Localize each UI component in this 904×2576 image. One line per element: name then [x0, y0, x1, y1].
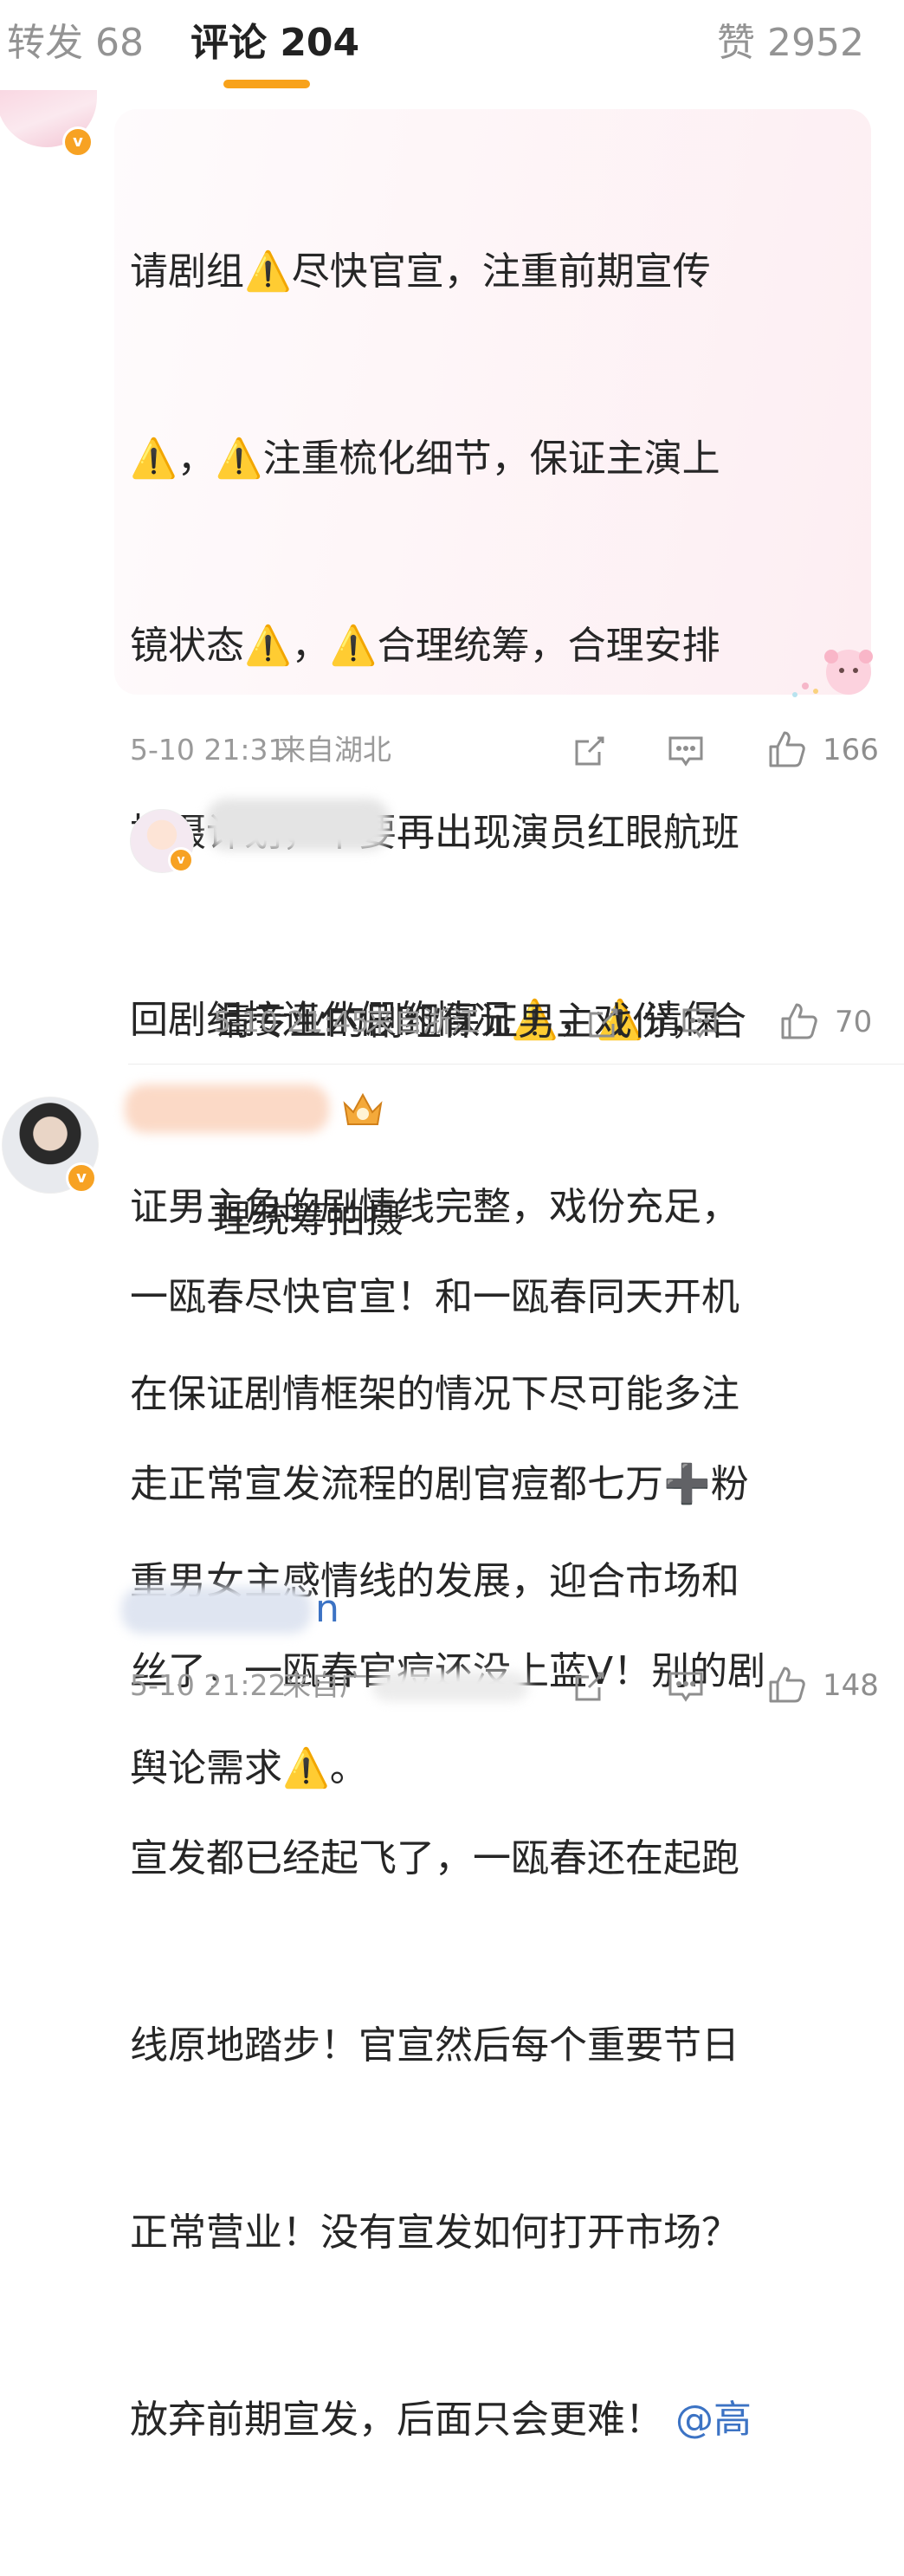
comment-divider — [128, 1064, 904, 1065]
tab-likes[interactable]: 赞 2952 — [717, 19, 864, 68]
verified-badge-icon: v — [62, 126, 94, 158]
verified-badge-icon: v — [168, 847, 194, 873]
comment-line: 一瓯春尽快官宣！和一瓯春同天开机 — [130, 1275, 739, 1319]
comment-line: 镜状态⚠️，⚠️合理统筹，合理安排 — [130, 624, 720, 668]
share-icon[interactable] — [571, 1668, 608, 1705]
comment-line: 放弃前期宣发，后面只会更难！ @高 — [130, 2389, 883, 2451]
comment-timestamp: 5-10 21:22 — [130, 1668, 287, 1702]
comment-icon[interactable] — [681, 1005, 719, 1041]
comment-text: 一瓯春尽快官宣！和一瓯春同天开机 走正常宣发流程的剧官痘都七万➕粉 丝了，一瓯春… — [130, 1142, 883, 2576]
comment-icon[interactable] — [667, 733, 705, 769]
comment-timestamp: 5-10 21:45 — [213, 1005, 370, 1039]
username-blurred — [125, 1084, 329, 1133]
location-blurred — [372, 1672, 528, 1701]
comment-line: 线原地踏步！官宣然后每个重要节日 — [130, 2023, 739, 2068]
comment-timestamp: 5-10 21:31 — [130, 733, 287, 767]
tab-repost[interactable]: 转发 68 — [7, 19, 144, 68]
comment-line: ⚠️，⚠️注重梳化细节，保证主演上 — [130, 437, 720, 481]
comment-tabs: 转发 68 评论 204 赞 2952 — [0, 0, 904, 97]
share-icon[interactable] — [571, 733, 608, 769]
bubble-sticker-icon — [792, 650, 873, 697]
thumbs-up-icon[interactable] — [779, 1001, 819, 1041]
comment-location: 来自湖北 — [277, 733, 391, 767]
comment-location: 来自浙江 — [365, 1005, 480, 1039]
thumbs-up-icon[interactable] — [767, 729, 807, 769]
username-blurred — [206, 799, 390, 851]
like-count: 70 — [835, 1005, 873, 1039]
mention-link-tail[interactable]: n — [315, 1578, 339, 1641]
mention-blurred — [121, 1587, 312, 1634]
share-icon[interactable] — [585, 1005, 622, 1041]
active-tab-indicator — [223, 80, 310, 88]
thumbs-up-icon[interactable] — [767, 1665, 807, 1705]
comment-line: 走正常宣发流程的剧官痘都七万➕粉 — [130, 1462, 749, 1506]
comment-line: 宣发都已经起飞了，一瓯春还在起跑 — [130, 1836, 739, 1880]
verified-badge-icon: v — [66, 1162, 97, 1194]
like-count: 166 — [823, 733, 879, 767]
tab-comments[interactable]: 评论 204 — [190, 19, 359, 68]
mention-link[interactable]: @高 — [675, 2398, 752, 2442]
comment-icon[interactable] — [667, 1668, 705, 1705]
comment-line-text: 放弃前期宣发，后面只会更难！ — [130, 2398, 663, 2442]
crown-badge-icon — [343, 1092, 383, 1125]
comment-line: 请剧组⚠️尽快官宣，注重前期宣传 — [130, 249, 711, 294]
comment-line: 正常营业！没有宣发如何打开市场？ — [130, 2210, 739, 2255]
comment-location: 来自广 — [282, 1668, 368, 1702]
like-count: 148 — [823, 1668, 879, 1703]
